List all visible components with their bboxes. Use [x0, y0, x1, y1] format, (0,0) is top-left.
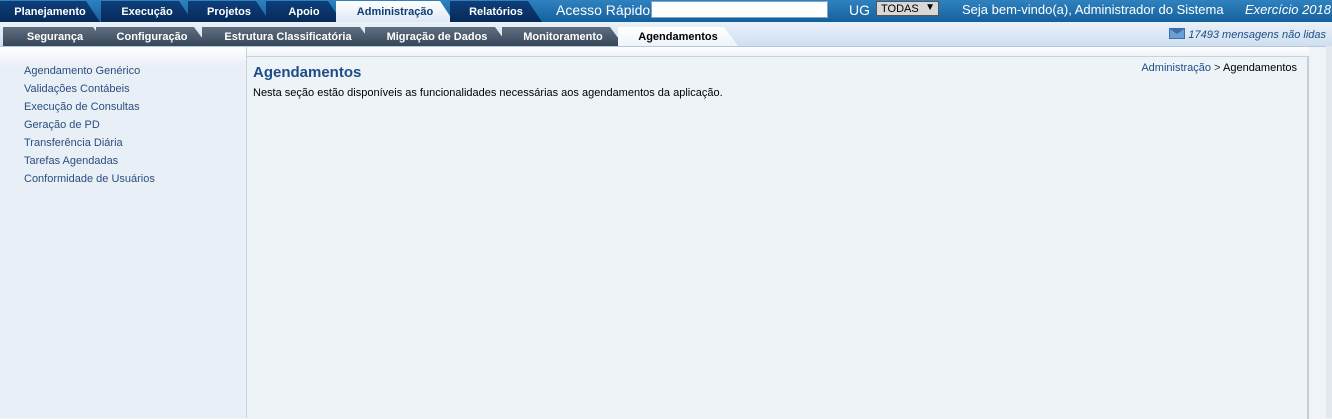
top-navigation-bar: Planejamento Execução Projetos Apoio Adm… [0, 0, 1332, 22]
window-scrollbar[interactable] [1326, 46, 1332, 418]
subtab-estrutura-classificatoria[interactable]: Estrutura Classificatória [202, 27, 374, 46]
sidebar-item-agendamento-generico[interactable]: Agendamento Genérico [24, 65, 140, 77]
sidebar-item-tarefas-agendadas[interactable]: Tarefas Agendadas [24, 155, 118, 167]
tab-planejamento[interactable]: Planejamento [0, 1, 100, 22]
subtab-migracao-de-dados[interactable]: Migração de Dados [365, 27, 509, 46]
submenu-bar: Segurança Configuração Estrutura Classif… [0, 22, 1332, 47]
welcome-message: Seja bem-vindo(a), Administrador do Sist… [962, 2, 1224, 17]
page-title: Agendamentos [253, 64, 362, 81]
quick-access-input[interactable] [651, 1, 828, 18]
subtab-seguranca[interactable]: Segurança [3, 27, 107, 46]
breadcrumb-current: Agendamentos [1223, 62, 1297, 74]
sidebar-item-validacoes-contabeis[interactable]: Validações Contábeis [24, 83, 130, 95]
ug-select[interactable]: TODAS ▼ [876, 1, 939, 16]
page-description: Nesta seção estão disponíveis as funcion… [253, 87, 723, 99]
sidebar-item-conformidade-de-usuarios[interactable]: Conformidade de Usuários [24, 173, 155, 185]
tab-apoio[interactable]: Apoio [266, 1, 342, 22]
quick-access-label: Acesso Rápido [556, 2, 651, 18]
sidebar-item-execucao-de-consultas[interactable]: Execução de Consultas [24, 101, 140, 113]
content-panel: Agendamentos Nesta seção estão disponíve… [247, 56, 1309, 419]
ug-label: UG [849, 2, 870, 18]
tab-relatorios[interactable]: Relatórios [450, 1, 542, 22]
breadcrumb: Administração > Agendamentos [1141, 62, 1297, 74]
ug-selected-value: TODAS [881, 3, 919, 15]
tab-execucao[interactable]: Execução [101, 1, 193, 22]
sidebar: Agendamento Genérico Validações Contábei… [0, 47, 247, 418]
unread-messages-link[interactable]: 17493 mensagens não lidas [1169, 27, 1326, 41]
content-header-shade [247, 47, 1309, 56]
tab-projetos[interactable]: Projetos [188, 1, 270, 22]
chevron-down-icon: ▼ [925, 2, 935, 13]
breadcrumb-separator: > [1214, 62, 1221, 74]
subtab-agendamentos[interactable]: Agendamentos [618, 27, 738, 46]
unread-messages-text: 17493 mensagens não lidas [1188, 29, 1326, 41]
mail-icon [1169, 28, 1186, 39]
sidebar-item-geracao-de-pd[interactable]: Geração de PD [24, 119, 100, 131]
subtab-monitoramento[interactable]: Monitoramento [502, 27, 624, 46]
subtab-configuracao[interactable]: Configuração [96, 27, 208, 46]
sidebar-item-transferencia-diaria[interactable]: Transferência Diária [24, 137, 123, 149]
fiscal-year[interactable]: Exercício 2018 [1245, 2, 1331, 17]
tab-administracao[interactable]: Administração [336, 1, 454, 22]
breadcrumb-link-administracao[interactable]: Administração [1141, 62, 1211, 74]
